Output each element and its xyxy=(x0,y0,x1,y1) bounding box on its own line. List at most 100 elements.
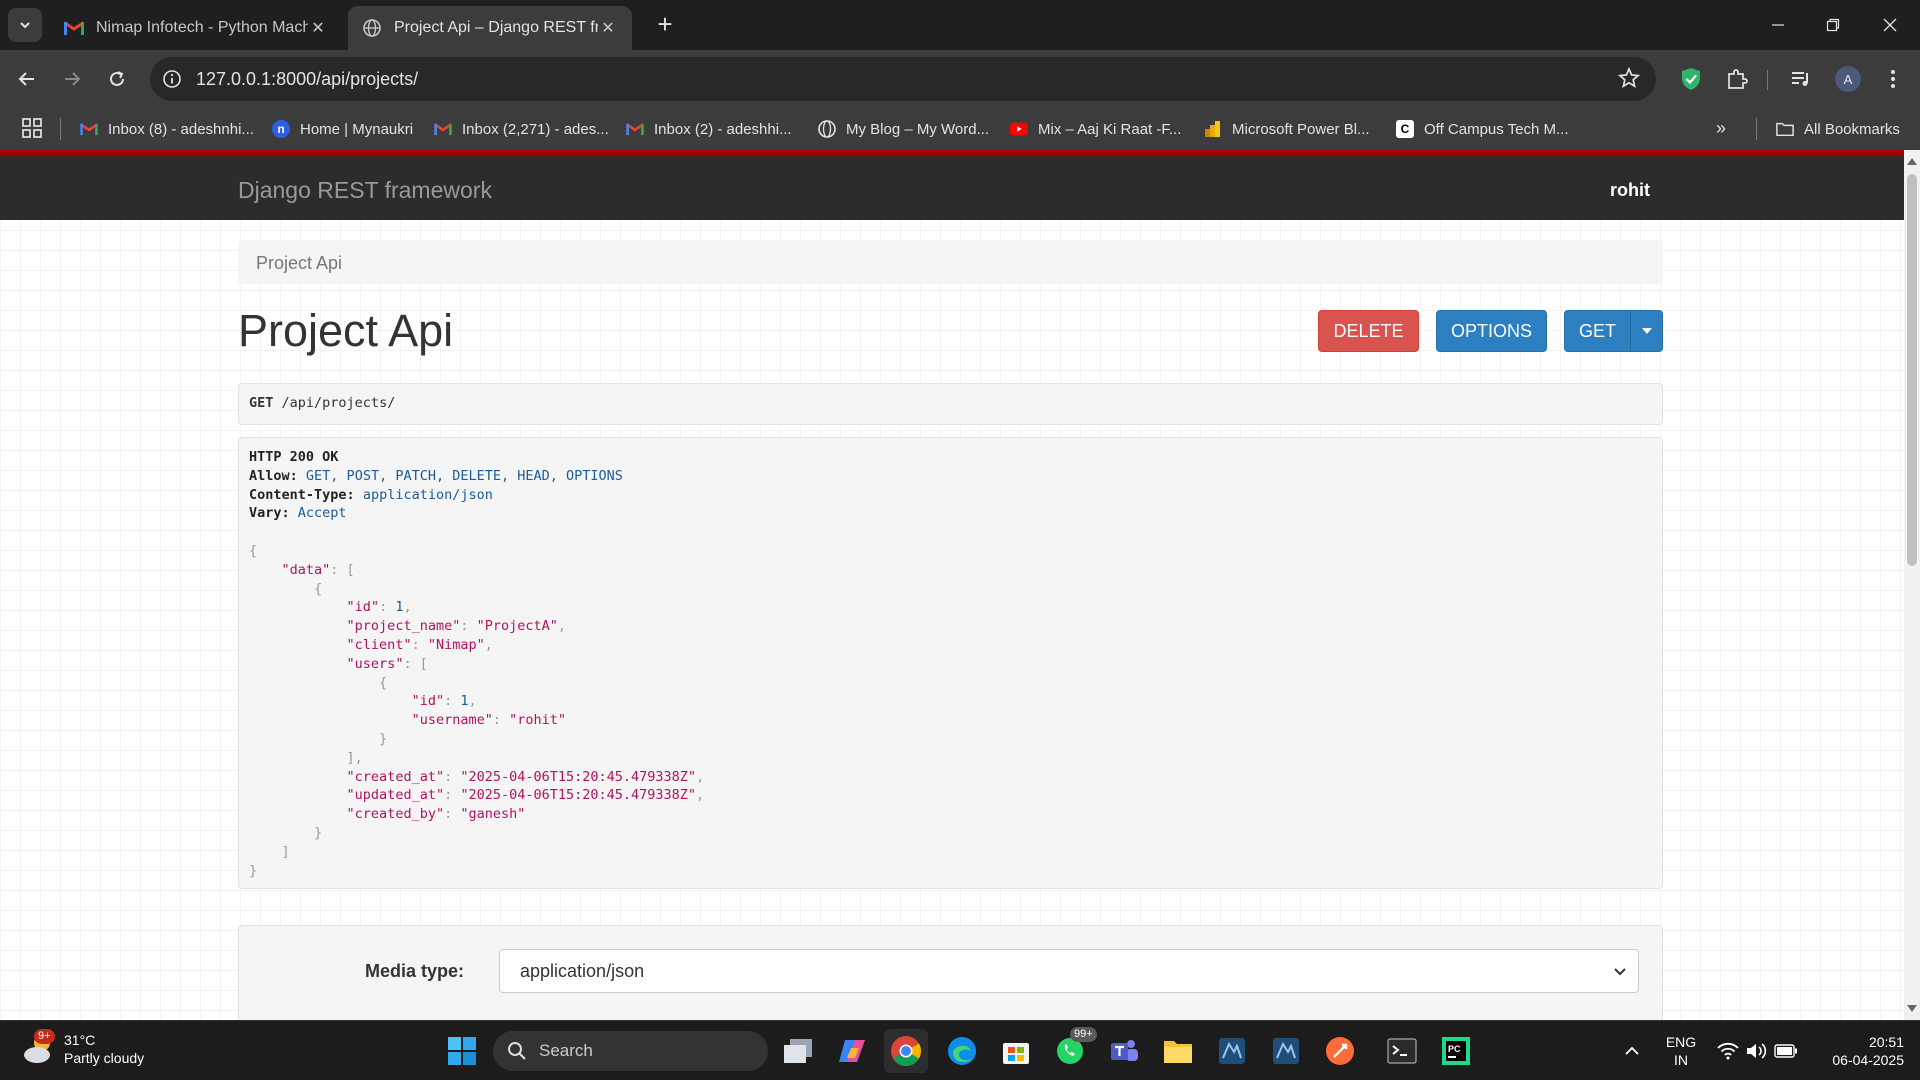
breadcrumb-item[interactable]: Project Api xyxy=(256,253,342,273)
site-info-icon[interactable] xyxy=(160,67,184,91)
address-bar[interactable]: 127.0.0.1:8000/api/projects/ xyxy=(150,57,1656,101)
bookmark-item[interactable]: My Blog – My Word... xyxy=(818,117,989,141)
new-tab-button[interactable]: + xyxy=(650,10,680,40)
bookmark-item[interactable]: C Off Campus Tech M... xyxy=(1396,117,1569,141)
forward-button[interactable] xyxy=(55,62,89,96)
bookmark-label: Inbox (8) - adeshnhi... xyxy=(108,120,254,138)
bookmark-item[interactable]: Mix – Aaj Ki Raat -F... xyxy=(1010,117,1181,141)
teams-taskbar-button[interactable] xyxy=(1102,1029,1146,1073)
youtube-icon xyxy=(1010,120,1028,138)
file-explorer-taskbar-button[interactable] xyxy=(1156,1029,1200,1073)
mysql-workbench-taskbar-button[interactable] xyxy=(1210,1029,1254,1073)
pycharm-taskbar-button[interactable]: PC xyxy=(1434,1029,1478,1073)
postman-taskbar-button[interactable] xyxy=(1318,1029,1362,1073)
bookmark-item[interactable]: Microsoft Power Bl... xyxy=(1204,117,1370,141)
partly-cloudy-icon: 9+ xyxy=(20,1029,60,1069)
scrollbar-thumb[interactable] xyxy=(1907,174,1917,566)
copilot-icon xyxy=(839,1040,865,1062)
tab-search-button[interactable] xyxy=(8,8,42,42)
media-type-label: Media type: xyxy=(365,961,465,981)
options-button[interactable]: OPTIONS xyxy=(1436,310,1547,352)
battery-icon[interactable] xyxy=(1764,1029,1808,1073)
gmail-icon xyxy=(64,18,84,38)
windows-taskbar: 9+ 31°C Partly cloudy Search 99+ PC ENG … xyxy=(0,1020,1920,1080)
task-view-button[interactable] xyxy=(776,1029,820,1073)
more-menu-icon[interactable] xyxy=(1878,64,1908,94)
restore-button[interactable] xyxy=(1813,8,1853,42)
get-button[interactable]: GET xyxy=(1564,310,1631,352)
all-bookmarks-button[interactable]: All Bookmarks xyxy=(1776,117,1900,141)
copilot-button[interactable] xyxy=(830,1029,874,1073)
puzzle-extensions-icon[interactable] xyxy=(1722,64,1752,94)
start-button[interactable] xyxy=(440,1029,484,1073)
edge-icon xyxy=(948,1037,976,1065)
bookmark-item[interactable]: Inbox (2) - adeshhi... xyxy=(626,117,792,141)
task-view-icon xyxy=(784,1039,812,1063)
drf-brand-link[interactable]: Django REST framework xyxy=(238,177,492,204)
scroll-up-arrow[interactable] xyxy=(1907,158,1917,165)
c-logo-icon: C xyxy=(1396,120,1414,138)
restore-icon xyxy=(1826,18,1840,32)
bookmark-item[interactable]: Inbox (2,271) - ades... xyxy=(434,117,609,141)
weather-widget[interactable]: 9+ 31°C Partly cloudy xyxy=(20,1029,144,1069)
back-button[interactable] xyxy=(10,62,44,96)
toolbar-divider xyxy=(1767,70,1768,90)
header-name: Vary: xyxy=(249,505,290,522)
bookmark-label: My Blog – My Word... xyxy=(846,120,990,138)
json-line: } xyxy=(379,730,388,747)
delete-button[interactable]: DELETE xyxy=(1318,310,1419,352)
chevron-double-right-icon[interactable]: » xyxy=(1716,118,1726,139)
scroll-down-arrow[interactable] xyxy=(1907,1005,1917,1012)
media-queue-icon[interactable] xyxy=(1786,64,1816,94)
reload-button[interactable] xyxy=(100,62,134,96)
edge-taskbar-button[interactable] xyxy=(940,1029,984,1073)
close-icon[interactable]: ✕ xyxy=(598,18,618,38)
postman-icon xyxy=(1326,1037,1354,1065)
mysql-workbench-taskbar-button[interactable] xyxy=(1264,1029,1308,1073)
header-name: Content-Type: xyxy=(249,486,355,503)
chrome-taskbar-button[interactable] xyxy=(884,1029,928,1073)
page-scrollbar[interactable] xyxy=(1904,150,1920,1020)
search-placeholder: Search xyxy=(539,1041,593,1060)
gmail-icon xyxy=(80,120,98,138)
breadcrumb: Project Api xyxy=(238,240,1663,284)
show-hidden-icons-button[interactable] xyxy=(1610,1029,1654,1073)
folder-icon xyxy=(1776,120,1794,138)
bookmark-label: Inbox (2,271) - ades... xyxy=(462,120,609,138)
bookmark-label: Home | Mynaukri xyxy=(300,120,414,138)
bookmark-label: Off Campus Tech M... xyxy=(1424,120,1569,138)
get-format-dropdown[interactable] xyxy=(1630,310,1663,352)
json-line: "client": "Nimap", xyxy=(346,636,493,653)
json-line: "updated_at": "2025-04-06T15:20:45.47933… xyxy=(346,787,705,804)
minimize-button[interactable] xyxy=(1758,8,1798,42)
tab-project-api[interactable]: Project Api – Django REST fram ✕ xyxy=(348,6,632,50)
store-taskbar-button[interactable] xyxy=(994,1029,1038,1073)
bookmark-star-icon[interactable] xyxy=(1617,66,1642,91)
bookmark-item[interactable]: n Home | Mynaukri xyxy=(272,117,413,141)
region-code: IN xyxy=(1674,1052,1688,1068)
minimize-icon xyxy=(1772,24,1784,26)
language-indicator[interactable]: ENG IN xyxy=(1664,1033,1698,1069)
json-line: { xyxy=(314,580,323,597)
tab-nimap[interactable]: Nimap Infotech - Python Machi ✕ xyxy=(50,6,342,50)
close-icon[interactable]: ✕ xyxy=(308,18,328,38)
json-line: ] xyxy=(281,843,290,860)
bookmark-label: Mix – Aaj Ki Raat -F... xyxy=(1038,120,1182,138)
whatsapp-taskbar-button[interactable]: 99+ xyxy=(1048,1027,1097,1073)
json-line: "username": "rohit" xyxy=(411,712,567,729)
close-window-button[interactable] xyxy=(1870,8,1910,42)
bookmark-item[interactable]: Inbox (8) - adeshnhi... xyxy=(80,117,254,141)
response-info: HTTP 200 OK Allow: GET, POST, PATCH, DEL… xyxy=(238,437,1663,889)
shield-extension-icon[interactable] xyxy=(1676,64,1706,94)
clock[interactable]: 20:51 06-04-2025 xyxy=(1814,1033,1904,1069)
json-line: } xyxy=(314,824,323,841)
bookmark-label: Microsoft Power Bl... xyxy=(1232,120,1370,138)
apps-grid-icon[interactable] xyxy=(22,118,44,140)
media-type-select[interactable]: application/json xyxy=(499,949,1639,993)
profile-avatar[interactable]: A xyxy=(1835,66,1861,92)
taskbar-search[interactable]: Search xyxy=(493,1031,768,1071)
json-line: { xyxy=(379,674,388,691)
json-line: { xyxy=(249,542,258,559)
terminal-taskbar-button[interactable] xyxy=(1380,1029,1424,1073)
user-dropdown[interactable]: rohit xyxy=(1610,180,1650,201)
